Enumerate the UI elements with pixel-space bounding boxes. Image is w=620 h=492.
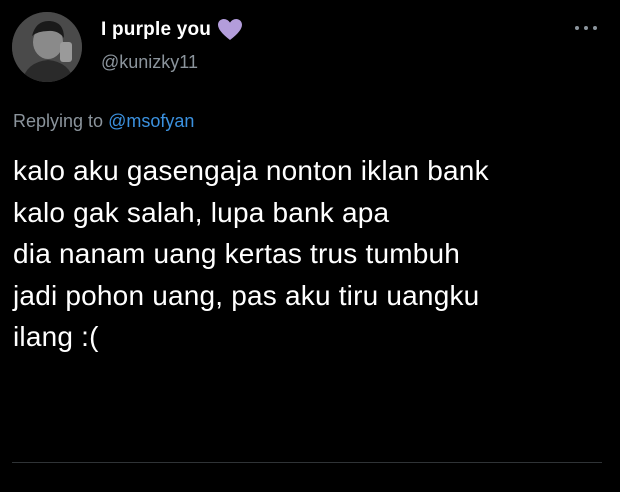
more-dots-icon[interactable] [574, 20, 598, 30]
author-name-row: I purple you [101, 18, 243, 42]
avatar[interactable] [12, 12, 82, 82]
reply-mention-link[interactable]: @msofyan [108, 111, 194, 131]
author-handle[interactable]: @kunizky11 [101, 52, 198, 73]
tweet-card: I purple you @kunizky11 Replying to @mso… [0, 0, 620, 492]
display-name[interactable]: I purple you [101, 19, 211, 41]
replying-to-prefix: Replying to [13, 111, 104, 131]
avatar-image [12, 12, 82, 82]
divider [12, 462, 602, 463]
replying-to: Replying to @msofyan [13, 111, 194, 132]
tweet-text: kalo aku gasengaja nonton iklan bank kal… [13, 155, 489, 352]
purple-heart-icon [217, 18, 243, 42]
